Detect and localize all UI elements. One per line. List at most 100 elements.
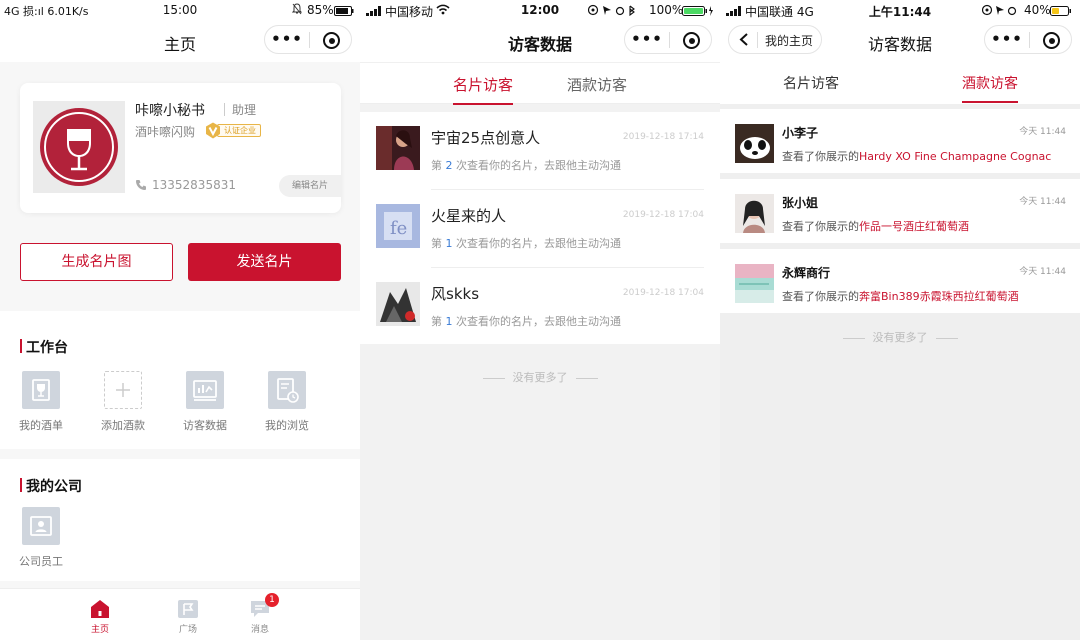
verified-v-icon [206,122,220,139]
battery-percent: 40% [1024,3,1051,17]
visit-time: 今天 11:44 [1019,267,1066,277]
workbench-item-label: 我的浏览 [265,419,309,432]
verified-label: 认证企业 [217,124,261,137]
card-phone: 13352835831 [152,178,236,192]
visitor-tabs: 名片访客 酒款访客 [360,62,720,105]
card-name: 咔嚓小秘书 [135,103,205,119]
company-item-staff[interactable]: 公司员工 [6,507,76,569]
visit-description: 第 1 次查看你的名片，去跟他主动沟通 [431,315,621,328]
generate-card-image-button[interactable]: 生成名片图 [20,243,173,281]
close-target-icon[interactable] [1043,32,1060,49]
wine-name-link[interactable]: 作品一号酒庄红葡萄酒 [859,220,969,233]
no-more-indicator: 没有更多了 [360,369,720,385]
visitor-data-screen-card: 中国移动 12:00 100% 访客数据 ••• 名片访客 酒款访客 宇宙25点… [360,0,720,640]
tab-wine-visitors[interactable]: 酒款访客 [567,74,627,95]
workbench-item-wine-list[interactable]: 我的酒单 [6,371,76,433]
workbench-section: 工作台 我的酒单 添加酒款 访客数据 我的浏览 [0,311,360,449]
card-role: 助理 [232,103,257,117]
mini-program-capsule: ••• [624,25,712,54]
list-item[interactable]: 小李子 今天 11:44 查看了你展示的Hardy XO Fine Champa… [720,109,1080,173]
company-item-label: 公司员工 [19,555,63,568]
more-menu-icon[interactable]: ••• [265,31,309,47]
svg-text:fe: fe [390,218,407,239]
verified-badge: 认证企业 [205,122,261,139]
bell-off-icon [291,3,303,18]
mini-program-capsule: ••• [264,25,352,54]
workbench-item-my-browsing[interactable]: 我的浏览 [252,371,322,433]
visit-time: 今天 11:44 [1019,197,1066,207]
list-item[interactable]: 宇宙25点创意人 2019-12-18 17:14 第 2 次查看你的名片，去跟… [360,112,720,190]
home-screen: 4G 损:ıl 6.01K/s 15:00 85% 主页 ••• 咔嚓小秘书 助… [0,0,360,640]
tab-label: 广场 [178,625,197,635]
tab-label: 消息 [250,625,269,635]
bottom-tab-bar: 主页 广场 1 消息 [0,588,360,640]
phone-icon [136,180,146,190]
tab-wine-visitors[interactable]: 酒款访客 [962,73,1018,103]
name-role-divider [224,103,225,116]
visit-time: 2019-12-18 17:04 [622,210,704,220]
list-item[interactable]: 永辉商行 今天 11:44 查看了你展示的奔富Bin389赤霞珠西拉红葡萄酒 [720,249,1080,313]
visit-time: 2019-12-18 17:14 [622,132,704,142]
list-item[interactable]: 张小姐 今天 11:44 查看了你展示的作品一号酒庄红葡萄酒 [720,179,1080,243]
visit-description: 查看了你展示的Hardy XO Fine Champagne Cognac [782,150,1052,163]
business-card[interactable]: 咔嚓小秘书 助理 酒咔嚓闪购 认证企业 13352835831 编辑名片 [20,83,341,213]
list-item[interactable]: 风skks 2019-12-18 17:04 第 1 次查看你的名片，去跟他主动… [360,268,720,346]
battery-charging-icon [682,5,714,19]
visit-time: 今天 11:44 [1019,127,1066,137]
my-company-title: 我的公司 [20,476,82,496]
tab-card-visitors[interactable]: 名片访客 [453,74,514,105]
status-icons [587,4,646,19]
tab-messages[interactable]: 1 消息 [240,593,280,635]
close-target-icon[interactable] [323,32,340,49]
more-menu-icon[interactable]: ••• [985,31,1029,47]
tab-card-visitors[interactable]: 名片访客 [783,73,839,93]
history-icon [268,371,306,409]
visitor-name: 永辉商行 [782,266,831,280]
nav-bar: 访客数据 ••• [360,20,720,62]
visitor-name: 宇宙25点创意人 [431,129,541,147]
avatar [735,194,774,233]
company-logo [33,101,125,193]
home-icon [89,599,111,619]
avatar [376,282,420,326]
wine-list-icon [22,371,60,409]
visit-description: 第 2 次查看你的名片，去跟他主动沟通 [431,159,621,172]
status-icons [981,4,1022,19]
my-company-section: 我的公司 公司员工 [0,459,360,581]
visitor-name: 风skks [431,285,480,303]
battery-icon [1050,5,1072,19]
capsule-divider [669,32,670,48]
send-card-button[interactable]: 发送名片 [188,243,341,281]
visit-description: 查看了你展示的奔富Bin389赤霞珠西拉红葡萄酒 [782,290,1019,303]
list-item[interactable]: fe 火星来的人 2019-12-18 17:04 第 1 次查看你的名片，去跟… [360,190,720,268]
workbench-item-visitor-data[interactable]: 访客数据 [170,371,240,433]
capsule-divider [1029,32,1030,48]
visit-time: 2019-12-18 17:04 [622,288,704,298]
status-bar: 中国移动 12:00 100% [360,0,720,20]
workbench-item-label: 我的酒单 [19,419,63,432]
visitor-list: 宇宙25点创意人 2019-12-18 17:14 第 2 次查看你的名片，去跟… [360,112,720,344]
card-company: 酒咔嚓闪购 [135,125,196,139]
message-icon: 1 [249,593,279,619]
avatar [735,264,774,303]
tab-home[interactable]: 主页 [80,599,120,635]
edit-card-button[interactable]: 编辑名片 [279,175,341,197]
mini-program-capsule: ••• [984,25,1072,54]
status-bar: 4G 损:ıl 6.01K/s 15:00 85% [0,0,360,20]
nav-bar: 主页 ••• [0,20,360,62]
visitor-name: 小李子 [782,126,819,140]
status-time: 15:00 [162,3,198,17]
workbench-item-label: 访客数据 [183,419,227,432]
close-target-icon[interactable] [683,32,700,49]
visit-description: 第 1 次查看你的名片，去跟他主动沟通 [431,237,621,250]
wine-name-link[interactable]: Hardy XO Fine Champagne Cognac [859,150,1051,163]
tab-square[interactable]: 广场 [168,599,208,635]
battery-icon [334,5,354,19]
wine-name-link[interactable]: 奔富Bin389赤霞珠西拉红葡萄酒 [859,290,1019,303]
nav-bar: 我的主页 访客数据 ••• [720,20,1080,62]
more-menu-icon[interactable]: ••• [625,31,669,47]
workbench-item-add-wine[interactable]: 添加酒款 [88,371,158,433]
avatar [376,126,420,170]
chart-icon [186,371,224,409]
no-more-indicator: 没有更多了 [720,329,1080,345]
